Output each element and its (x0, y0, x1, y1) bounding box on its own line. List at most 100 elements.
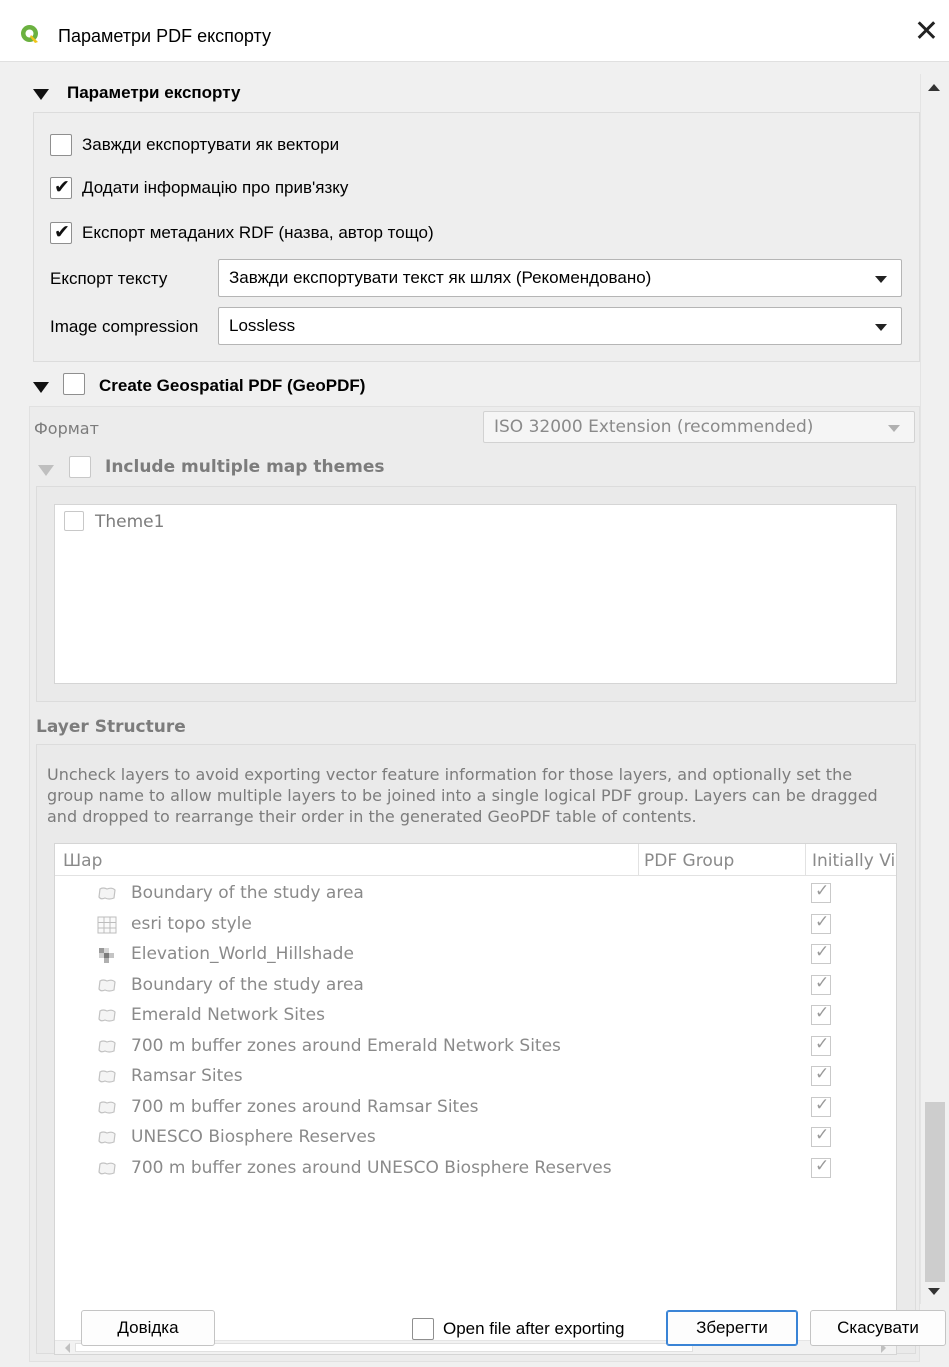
check-icon: ✓ (815, 972, 830, 992)
map-themes-checkbox[interactable] (69, 456, 91, 478)
image-compression-combo[interactable]: Lossless (218, 307, 902, 345)
scroll-up-icon[interactable] (928, 84, 940, 91)
layer-name: 700 m buffer zones around Ramsar Sites (131, 1096, 479, 1117)
layer-row[interactable]: 700 m buffer zones around Ramsar Sites ✓ (55, 1094, 896, 1124)
layer-name: Boundary of the study area (131, 974, 364, 995)
layer-name: esri topo style (131, 913, 252, 934)
initially-visible-checkbox[interactable]: ✓ (811, 1094, 831, 1117)
close-icon[interactable]: ✕ (914, 17, 939, 47)
column-initially-visible[interactable]: Initially Vi (812, 851, 896, 871)
polygon-layer-icon (97, 1160, 117, 1178)
check-icon: ✓ (815, 1094, 830, 1114)
format-value: ISO 32000 Extension (recommended) (494, 417, 814, 437)
check-icon: ✓ (815, 1155, 830, 1175)
check-icon: ✓ (815, 911, 830, 931)
layer-row[interactable]: Elevation_World_Hillshade ✓ (55, 941, 896, 971)
save-button[interactable]: Зберегти (666, 1310, 798, 1346)
layer-structure-panel: Uncheck layers to avoid exporting vector… (36, 744, 916, 1355)
initially-visible-checkbox[interactable]: ✓ (811, 1033, 831, 1056)
vertical-scrollbar[interactable] (920, 74, 947, 1304)
layer-name: Boundary of the study area (131, 883, 364, 903)
open-after-label: Open file after exporting (443, 1319, 625, 1338)
layer-row[interactable]: Ramsar Sites ✓ (55, 1063, 896, 1093)
qgis-logo-icon (21, 25, 38, 43)
hillshade-layer-icon (97, 946, 117, 964)
text-export-label: Експорт тексту (50, 269, 168, 288)
initially-visible-checkbox[interactable]: ✓ (811, 942, 831, 964)
layer-name: 700 m buffer zones around Emerald Networ… (131, 1035, 561, 1056)
initially-visible-checkbox[interactable]: ✓ (811, 1003, 831, 1025)
theme1-checkbox[interactable] (64, 511, 84, 531)
initially-visible-checkbox[interactable]: ✓ (811, 911, 831, 934)
polygon-layer-icon (97, 1038, 117, 1056)
cancel-button[interactable]: Скасувати (810, 1310, 946, 1346)
rdf-metadata-checkbox[interactable]: ✔ (50, 222, 72, 244)
collapse-triangle-icon[interactable] (33, 382, 49, 393)
check-icon: ✓ (815, 1003, 830, 1022)
title-bar: Параметри PDF експорту ✕ (0, 0, 949, 62)
image-compression-label: Image compression (50, 317, 199, 336)
theme1-label: Theme1 (95, 512, 165, 532)
polygon-layer-icon (97, 1129, 117, 1147)
initially-visible-checkbox[interactable]: ✓ (811, 1125, 831, 1147)
rdf-metadata-label: Експорт метаданих RDF (назва, автор тощо… (82, 223, 434, 242)
initially-visible-checkbox[interactable]: ✓ (811, 972, 831, 995)
layer-name: Ramsar Sites (131, 1066, 243, 1086)
initially-visible-checkbox[interactable]: ✓ (811, 1155, 831, 1178)
initially-visible-checkbox[interactable]: ✓ (811, 1064, 831, 1086)
always-vectors-checkbox[interactable] (50, 134, 72, 156)
layer-tree[interactable]: Шар PDF Group Initially Vi Boundary of t… (54, 843, 897, 1355)
text-export-value: Завжди експортувати текст як шлях (Реком… (229, 268, 652, 287)
layer-row[interactable]: Boundary of the study area ✓ (55, 972, 896, 1002)
layer-name: 700 m buffer zones around UNESCO Biosphe… (131, 1157, 612, 1178)
scroll-down-icon[interactable] (928, 1288, 940, 1295)
check-icon: ✓ (815, 1125, 830, 1144)
layer-row[interactable]: Boundary of the study area ✓ (55, 880, 896, 910)
format-combo[interactable]: ISO 32000 Extension (recommended) (483, 411, 915, 443)
dialog-body: Параметри експорту Завжди експортувати я… (0, 62, 949, 1367)
check-icon: ✔ (54, 222, 70, 243)
georef-checkbox[interactable]: ✔ (50, 177, 72, 199)
chevron-down-icon (888, 425, 900, 432)
text-export-combo[interactable]: Завжди експортувати текст як шлях (Реком… (218, 259, 902, 297)
layer-structure-description: Uncheck layers to avoid exporting vector… (47, 765, 878, 826)
open-after-checkbox[interactable] (412, 1318, 434, 1340)
check-icon: ✔ (54, 177, 70, 198)
scroll-left-icon[interactable] (65, 1343, 70, 1353)
collapse-triangle-icon[interactable] (33, 89, 49, 100)
map-themes-list[interactable]: Theme1 (54, 504, 897, 684)
collapse-triangle-icon[interactable] (38, 465, 54, 476)
chevron-down-icon (875, 324, 887, 331)
help-button[interactable]: Довідка (81, 1310, 215, 1346)
check-icon: ✓ (815, 1033, 830, 1053)
polygon-layer-icon (97, 885, 117, 903)
always-vectors-label: Завжди експортувати як вектори (82, 135, 340, 154)
check-icon: ✓ (815, 1064, 830, 1083)
column-layer[interactable]: Шар (63, 851, 102, 871)
window-title: Параметри PDF експорту (58, 26, 271, 46)
polygon-layer-icon (97, 977, 117, 995)
layer-name: Emerald Network Sites (131, 1005, 325, 1025)
layer-row[interactable]: 700 m buffer zones around UNESCO Biosphe… (55, 1155, 896, 1185)
layer-row[interactable]: esri topo style ✓ (55, 911, 896, 941)
layer-structure-header: Layer Structure (36, 717, 186, 737)
geopdf-header: Create Geospatial PDF (GeoPDF) (99, 376, 366, 395)
layer-name: Elevation_World_Hillshade (131, 944, 354, 964)
geopdf-checkbox[interactable] (63, 373, 85, 395)
check-icon: ✓ (815, 942, 830, 961)
export-options-panel: Завжди експортувати як вектори ✔ Додати … (33, 112, 920, 362)
image-compression-value: Lossless (229, 316, 296, 335)
raster-layer-icon (97, 916, 117, 934)
polygon-layer-icon (97, 1099, 117, 1117)
layer-row[interactable]: UNESCO Biosphere Reserves ✓ (55, 1124, 896, 1154)
initially-visible-checkbox[interactable]: ✓ (811, 881, 831, 903)
scroll-thumb[interactable] (925, 1102, 945, 1282)
polygon-layer-icon (97, 1068, 117, 1086)
export-options-header[interactable]: Параметри експорту (67, 83, 240, 103)
layer-row[interactable]: 700 m buffer zones around Emerald Networ… (55, 1033, 896, 1063)
column-pdf-group[interactable]: PDF Group (644, 851, 734, 871)
geopdf-panel: Формат ISO 32000 Extension (recommended)… (29, 406, 920, 1362)
map-themes-panel: Theme1 (36, 486, 916, 702)
layer-row[interactable]: Emerald Network Sites ✓ (55, 1002, 896, 1032)
check-icon: ✓ (815, 881, 830, 900)
